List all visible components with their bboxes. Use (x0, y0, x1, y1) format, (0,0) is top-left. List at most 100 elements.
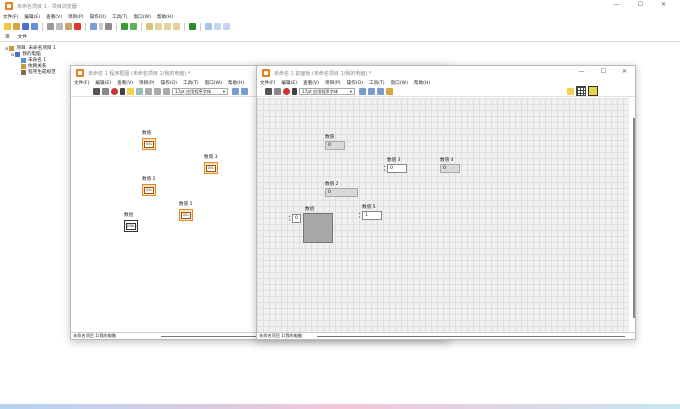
fp-connector-pane-icon[interactable] (576, 86, 586, 96)
copy-icon[interactable] (56, 23, 63, 30)
bd-step-out-icon[interactable] (163, 87, 170, 95)
fp-menu-view[interactable]: 查看(V) (303, 80, 319, 86)
bd-align-icon[interactable] (232, 87, 239, 95)
minimize-icon[interactable]: — (614, 1, 620, 8)
fp-num3-label: 数值 3 (387, 158, 401, 163)
tree-item-build-specs[interactable]: 程序生成规范 (5, 69, 56, 75)
menu-operate[interactable]: 操作(O) (90, 14, 106, 20)
add-icon[interactable] (121, 23, 128, 30)
find-icon[interactable] (223, 23, 230, 30)
bd-menu-edit[interactable]: 编辑(E) (95, 80, 111, 86)
bd-term-num[interactable]: DBL (142, 138, 156, 150)
fp-vertical-scrollbar[interactable] (633, 118, 635, 318)
help-icon[interactable] (173, 23, 180, 30)
bd-menu-view[interactable]: 查看(V) (117, 80, 133, 86)
project-toolbar (0, 21, 680, 32)
cut-icon[interactable] (47, 23, 54, 30)
properties-icon[interactable] (155, 23, 162, 30)
fp-run-continuous-icon[interactable] (274, 87, 281, 95)
menu-view[interactable]: 查看(V) (46, 14, 62, 20)
fp-num5-control[interactable]: ▴ ▾ 1 (357, 211, 382, 220)
fp-menu-file[interactable]: 文件(F) (260, 80, 275, 86)
bd-run-continuous-icon[interactable] (102, 87, 109, 95)
bd-term-num3[interactable]: DBL (204, 162, 218, 174)
fp-toolbar: 17pt 应用程序字体 ▾ (257, 86, 635, 97)
fp-array-index[interactable]: ▴ ▾ 0 (287, 214, 301, 223)
bd-retain-icon[interactable] (136, 87, 143, 95)
bd-highlight-icon[interactable] (127, 87, 134, 95)
paste-icon[interactable] (65, 23, 72, 30)
fp-maximize-icon[interactable]: ☐ (601, 68, 606, 75)
bd-term-num2[interactable]: DBL (142, 184, 156, 196)
project-menubar: 文件(F) 编辑(E) 查看(V) 项目(P) 操作(O) 工具(T) 窗口(W… (0, 12, 680, 21)
bd-menu-window[interactable]: 窗口(W) (205, 80, 222, 86)
bd-step-into-icon[interactable] (145, 87, 152, 95)
fp-context-help-icon[interactable] (567, 87, 574, 95)
fp-menu-edit[interactable]: 编辑(E) (281, 80, 297, 86)
fp-menu-operate[interactable]: 操作(O) (347, 80, 363, 86)
zoom-icon[interactable] (214, 23, 221, 30)
fp-close-icon[interactable]: ✕ (622, 68, 627, 75)
fp-reorder-icon[interactable] (386, 87, 393, 95)
menu-file[interactable]: 文件(F) (3, 14, 18, 20)
bd-run-icon[interactable] (93, 87, 100, 95)
save-all-icon[interactable] (31, 23, 38, 30)
menu-help[interactable]: 帮助(H) (157, 14, 173, 20)
fp-run-icon[interactable] (265, 87, 272, 95)
fp-array-element[interactable] (303, 213, 333, 243)
menu-edit[interactable]: 编辑(E) (24, 14, 40, 20)
bottom-edge (0, 404, 680, 409)
fp-num5-value[interactable]: 1 (362, 211, 382, 220)
open-icon[interactable] (13, 23, 20, 30)
fp-distribute-icon[interactable] (368, 87, 375, 95)
fp-menu-window[interactable]: 窗口(W) (391, 80, 408, 86)
fp-num3-value[interactable]: 0 (387, 164, 407, 173)
bd-step-over-icon[interactable] (154, 87, 161, 95)
bd-term-num5[interactable]: DBL (179, 209, 193, 221)
search-icon[interactable] (205, 23, 212, 30)
bd-pause-icon[interactable] (120, 87, 125, 95)
run-icon[interactable] (164, 23, 171, 30)
fp-pause-icon[interactable] (292, 87, 297, 95)
bd-font-select[interactable]: 17pt 应用程序字体 ▾ (172, 87, 228, 95)
close-icon[interactable]: ✕ (661, 1, 666, 8)
bd-menu-project[interactable]: 项目(P) (139, 80, 155, 86)
dropdown-icon[interactable] (99, 23, 103, 30)
menu-tools[interactable]: 工具(T) (112, 14, 128, 20)
fp-statusbar: 未命名项目 1/我的电脑 (257, 332, 635, 339)
green-icon[interactable] (189, 23, 196, 30)
delete-icon[interactable] (74, 23, 81, 30)
bd-distribute-icon[interactable] (241, 87, 248, 95)
menu-project[interactable]: 项目(P) (68, 14, 84, 20)
save-icon[interactable] (22, 23, 29, 30)
maximize-icon[interactable]: ☐ (638, 1, 643, 8)
dependencies-icon (21, 63, 26, 69)
bd-menu-help[interactable]: 帮助(H) (228, 80, 244, 86)
tab-files[interactable]: 文件 (18, 34, 27, 41)
bd-menu-tools[interactable]: 工具(T) (183, 80, 199, 86)
new-icon[interactable] (4, 23, 11, 30)
bd-menu-file[interactable]: 文件(F) (74, 80, 89, 86)
fp-num3-control[interactable]: ▴ ▾ 0 (382, 164, 407, 173)
fp-menu-tools[interactable]: 工具(T) (369, 80, 385, 86)
fp-vi-icon[interactable] (588, 86, 598, 96)
fp-align-icon[interactable] (359, 87, 366, 95)
bd-menu-operate[interactable]: 操作(O) (161, 80, 177, 86)
fp-menu-project[interactable]: 项目(P) (325, 80, 341, 86)
build-icon[interactable] (90, 23, 97, 30)
fp-canvas[interactable]: 数值 0 数值 3 ▴ ▾ 0 数值 4 0 数值 2 0 数值 5 ▴ ▾ 1 数… (257, 98, 635, 334)
fp-font-select[interactable]: 17pt 应用程序字体 ▾ (299, 87, 355, 95)
fp-abort-icon[interactable] (283, 87, 290, 95)
bd-term-array[interactable]: [DBL] (124, 220, 138, 232)
fp-array-index-value[interactable]: 0 (292, 214, 301, 223)
fp-resize-icon[interactable] (377, 87, 384, 95)
menu-window[interactable]: 窗口(W) (134, 14, 151, 20)
fp-minimize-icon[interactable]: — (579, 68, 585, 75)
tab-items[interactable]: 项 (5, 34, 10, 41)
bd-abort-icon[interactable] (111, 87, 118, 95)
fp-horizontal-scrollbar[interactable] (317, 336, 625, 337)
fp-menu-help[interactable]: 帮助(H) (414, 80, 430, 86)
settings-icon[interactable] (146, 23, 153, 30)
remove-icon[interactable] (130, 23, 137, 30)
deploy-icon[interactable] (105, 23, 112, 30)
